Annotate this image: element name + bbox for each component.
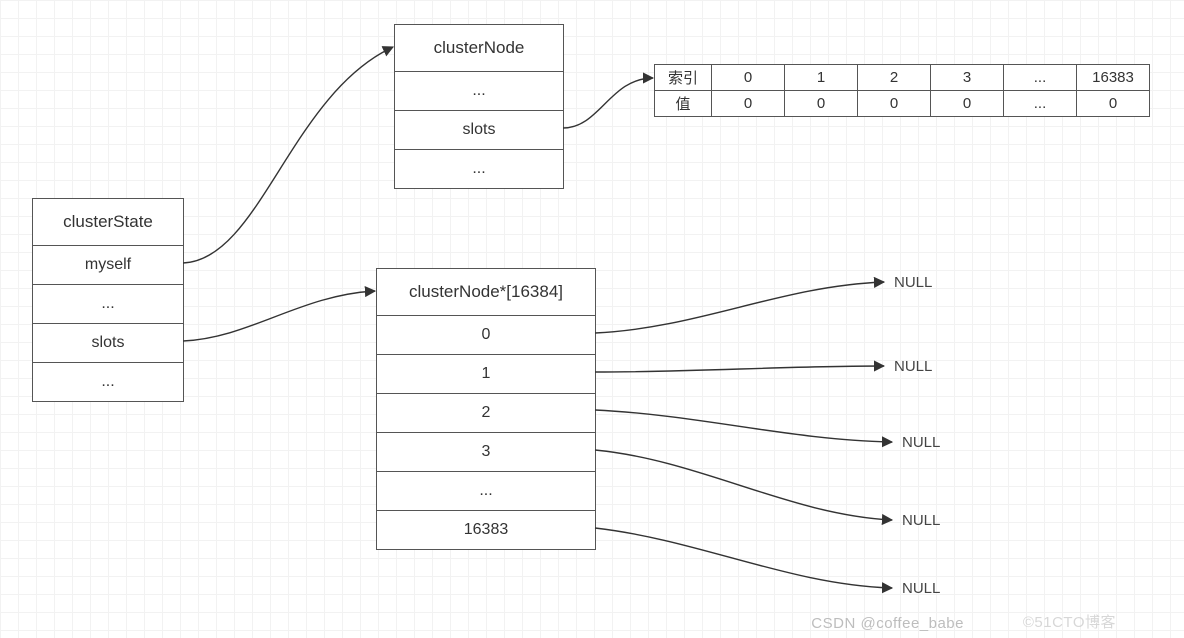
cluster-state-myself: myself xyxy=(33,245,183,284)
index-header: 索引 xyxy=(655,65,711,90)
cluster-node-slots: slots xyxy=(395,110,563,149)
slots-array-1: 1 xyxy=(377,354,595,393)
null-label-0: NULL xyxy=(894,274,932,291)
null-label-4: NULL xyxy=(902,580,940,597)
index-2: 2 xyxy=(857,65,930,90)
index-3: 3 xyxy=(930,65,1003,90)
index-row: 索引 0 1 2 3 ... 16383 xyxy=(655,65,1149,90)
cluster-state-ellipsis2: ... xyxy=(33,362,183,401)
null-label-1: NULL xyxy=(894,358,932,375)
arrow-2-to-null xyxy=(595,410,892,442)
value-0: 0 xyxy=(711,90,784,116)
arrow-0-to-null xyxy=(595,282,884,333)
value-3: 0 xyxy=(930,90,1003,116)
slots-array-2: 2 xyxy=(377,393,595,432)
watermark-left: CSDN @coffee_babe xyxy=(811,615,964,632)
arrow-16383-to-null xyxy=(595,528,892,588)
slots-array-16383: 16383 xyxy=(377,510,595,549)
value-header: 值 xyxy=(655,90,711,116)
slots-array-box: clusterNode*[16384] 0 1 2 3 ... 16383 xyxy=(376,268,596,550)
value-2: 0 xyxy=(857,90,930,116)
cluster-node-box: clusterNode ... slots ... xyxy=(394,24,564,189)
index-16383: 16383 xyxy=(1076,65,1149,90)
value-1: 0 xyxy=(784,90,857,116)
index-1: 1 xyxy=(784,65,857,90)
slots-array-0: 0 xyxy=(377,315,595,354)
cluster-state-ellipsis1: ... xyxy=(33,284,183,323)
index-ellipsis: ... xyxy=(1003,65,1076,90)
null-label-3: NULL xyxy=(902,512,940,529)
cluster-state-title: clusterState xyxy=(33,199,183,245)
index-0: 0 xyxy=(711,65,784,90)
cluster-state-slots: slots xyxy=(33,323,183,362)
arrow-slots-to-table xyxy=(563,78,653,128)
cluster-state-box: clusterState myself ... slots ... xyxy=(32,198,184,402)
arrow-state-slots-to-array xyxy=(183,291,375,341)
null-label-2: NULL xyxy=(902,434,940,451)
cluster-node-title: clusterNode xyxy=(395,25,563,71)
slots-array-ellipsis: ... xyxy=(377,471,595,510)
cluster-node-ellipsis2: ... xyxy=(395,149,563,188)
arrow-myself-to-clusternode xyxy=(183,47,393,263)
value-row: 值 0 0 0 0 ... 0 xyxy=(655,90,1149,116)
cluster-node-ellipsis1: ... xyxy=(395,71,563,110)
arrow-3-to-null xyxy=(595,450,892,520)
value-ellipsis: ... xyxy=(1003,90,1076,116)
value-16383: 0 xyxy=(1076,90,1149,116)
index-value-table: 索引 0 1 2 3 ... 16383 值 0 0 0 0 ... 0 xyxy=(654,64,1150,117)
watermark-right: ©51CTO博客 xyxy=(1023,611,1116,632)
arrow-1-to-null xyxy=(595,366,884,372)
slots-array-title: clusterNode*[16384] xyxy=(377,269,595,315)
slots-array-3: 3 xyxy=(377,432,595,471)
